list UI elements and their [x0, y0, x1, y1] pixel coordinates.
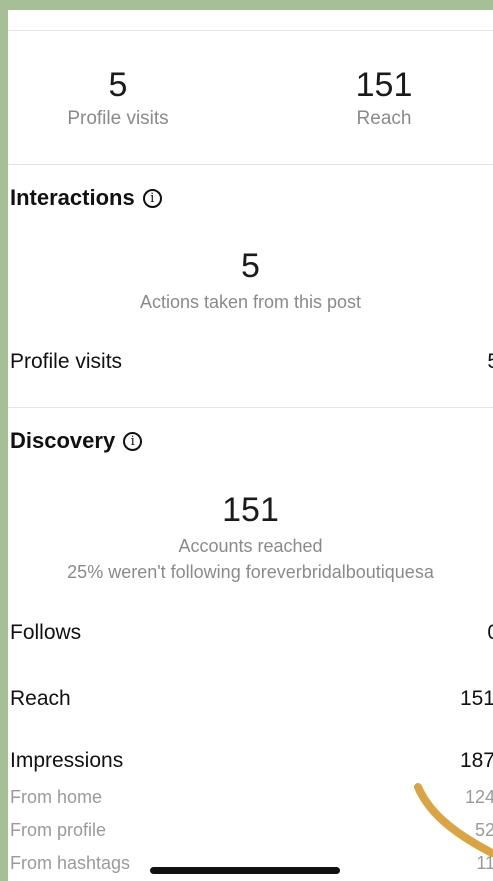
discovery-title: Discovery i [10, 428, 143, 454]
reach-value: 151 [355, 66, 413, 104]
row-value: 0 [487, 621, 493, 645]
discovery-total-value: 151 [222, 491, 279, 529]
phone-frame: 5 Profile visits 151 Reach Interactions … [0, 10, 493, 881]
row-label: Follows [10, 621, 82, 644]
info-icon[interactable]: i [123, 431, 143, 451]
row-label: From hashtags [10, 853, 131, 873]
discovery-row-reach[interactable]: Reach 151 [10, 687, 493, 711]
impressions-from-home: From home 124 [10, 787, 493, 808]
row-value: 5 [487, 350, 493, 374]
impressions-from-profile: From profile 52 [10, 820, 493, 841]
stats-divider [8, 164, 493, 165]
row-value: 187 [459, 749, 493, 772]
home-indicator[interactable] [150, 867, 340, 874]
reach-label: Reach [356, 108, 412, 129]
row-label: From home [10, 787, 103, 807]
profile-visits-value: 5 [108, 66, 128, 104]
discovery-row-impressions[interactable]: Impressions 187 [10, 749, 493, 773]
profile-visits-label: Profile visits [67, 108, 169, 129]
discovery-total-label: Accounts reached [178, 536, 323, 556]
row-label: Impressions [10, 749, 124, 772]
discovery-note: 25% weren't following foreverbridalbouti… [67, 562, 434, 582]
interactions-total-value: 5 [241, 247, 260, 285]
discovery-title-text: Discovery [10, 428, 116, 453]
info-icon[interactable]: i [142, 188, 162, 208]
row-label: Profile visits [10, 350, 123, 373]
discovery-row-follows[interactable]: Follows 0 [10, 621, 493, 645]
row-value: 52 [474, 820, 493, 840]
interactions-divider [8, 407, 493, 408]
reach-stat: 151 Reach [284, 65, 484, 131]
row-label: From profile [10, 820, 107, 840]
row-label: Reach [10, 687, 71, 710]
top-divider [8, 30, 493, 31]
discovery-total: 151 Accounts reached 25% weren't followi… [8, 490, 493, 584]
interactions-total-label: Actions taken from this post [139, 292, 362, 312]
interactions-title: Interactions i [10, 185, 162, 211]
row-value: 151 [459, 687, 493, 710]
profile-visits-stat: 5 Profile visits [18, 65, 218, 131]
row-value: 11 [476, 853, 493, 873]
interactions-row-profile-visits[interactable]: Profile visits 5 [10, 350, 493, 374]
insights-screen: 5 Profile visits 151 Reach Interactions … [8, 10, 493, 881]
interactions-total: 5 Actions taken from this post [8, 246, 493, 314]
row-value: 124 [464, 787, 493, 807]
interactions-title-text: Interactions [10, 185, 135, 210]
